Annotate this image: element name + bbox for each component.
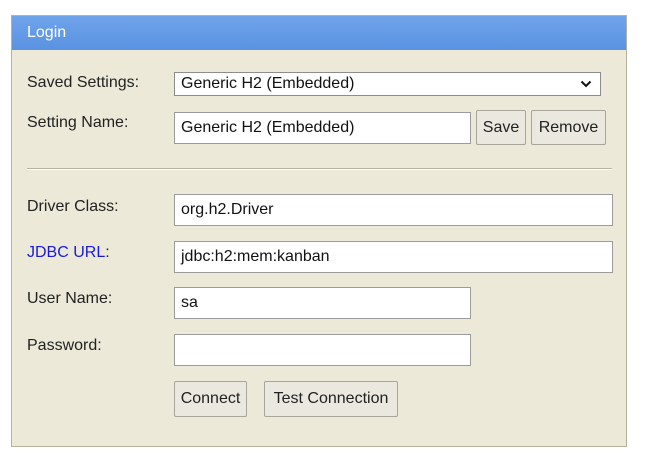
user-name-field[interactable]: sa bbox=[174, 287, 471, 319]
panel-title: Login bbox=[12, 16, 626, 50]
chevron-down-icon bbox=[580, 80, 592, 88]
test-connection-button[interactable]: Test Connection bbox=[264, 381, 398, 417]
password-field[interactable] bbox=[174, 334, 471, 366]
remove-button[interactable]: Remove bbox=[531, 110, 606, 145]
password-label: Password: bbox=[27, 337, 102, 354]
saved-settings-select[interactable]: Generic H2 (Embedded) bbox=[174, 72, 601, 96]
saved-settings-label: Saved Settings: bbox=[27, 74, 140, 91]
saved-settings-value: Generic H2 (Embedded) bbox=[181, 75, 355, 92]
jdbc-url-label: JDBC URL: bbox=[27, 244, 110, 262]
section-divider bbox=[27, 168, 612, 170]
connect-button[interactable]: Connect bbox=[174, 381, 247, 417]
jdbc-url-help-link[interactable]: JDBC URL bbox=[27, 244, 105, 261]
jdbc-url-colon: : bbox=[105, 244, 110, 261]
driver-class-label: Driver Class: bbox=[27, 198, 119, 215]
setting-name-field[interactable]: Generic H2 (Embedded) bbox=[174, 112, 471, 144]
jdbc-url-field[interactable]: jdbc:h2:mem:kanban bbox=[174, 241, 613, 273]
setting-name-label: Setting Name: bbox=[27, 114, 129, 131]
save-button[interactable]: Save bbox=[476, 110, 526, 145]
login-panel: Login Saved Settings: Generic H2 (Embedd… bbox=[11, 15, 627, 447]
driver-class-field[interactable]: org.h2.Driver bbox=[174, 194, 613, 226]
user-name-label: User Name: bbox=[27, 290, 113, 307]
